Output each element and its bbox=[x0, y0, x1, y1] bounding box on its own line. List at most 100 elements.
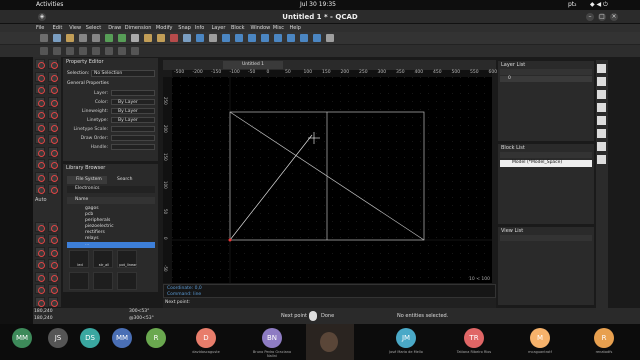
toolbar-tool-icon[interactable] bbox=[170, 34, 178, 42]
tab-file-system[interactable]: File System bbox=[67, 176, 107, 184]
toolbar-tool-icon[interactable] bbox=[222, 34, 230, 42]
toolbar-tool-icon[interactable] bbox=[144, 34, 152, 42]
drawing-tool-icon[interactable] bbox=[48, 221, 58, 232]
network-icon[interactable]: ◆ ◀ ⏻ bbox=[590, 1, 608, 9]
property-value[interactable] bbox=[111, 135, 155, 141]
snap-tool-icon[interactable] bbox=[40, 47, 48, 55]
snap-tool-icon[interactable] bbox=[79, 47, 87, 55]
tab-search[interactable]: Search bbox=[109, 176, 143, 184]
property-value[interactable]: By Layer bbox=[111, 108, 155, 114]
property-value[interactable] bbox=[111, 144, 155, 150]
participant-avatar[interactable]: MM bbox=[12, 328, 32, 348]
drawing-canvas[interactable]: 10 < 100 bbox=[172, 77, 492, 283]
property-value[interactable] bbox=[111, 90, 155, 96]
input-language[interactable]: pt₂ bbox=[568, 1, 577, 8]
library-symbol-tile[interactable]: pot_linear bbox=[117, 250, 137, 268]
toolbar-tool-icon[interactable] bbox=[79, 34, 87, 42]
side-tool-icon[interactable] bbox=[597, 129, 606, 138]
drawing-tool-icon[interactable] bbox=[35, 109, 45, 119]
drawing-tool-icon[interactable] bbox=[48, 259, 58, 269]
snap-tool-icon[interactable] bbox=[53, 47, 61, 55]
participant-avatar[interactable]: JS bbox=[48, 328, 68, 348]
menu-item-layer[interactable]: Layer bbox=[212, 25, 226, 31]
toolbar-tool-icon[interactable] bbox=[287, 34, 295, 42]
toolbar-tool-icon[interactable] bbox=[313, 34, 321, 42]
command-line[interactable]: Next point: bbox=[163, 298, 496, 308]
drawing-tool-icon[interactable] bbox=[35, 246, 45, 257]
selection-dropdown[interactable]: No Selection bbox=[91, 70, 155, 77]
drawing-tool-icon[interactable] bbox=[48, 234, 58, 244]
drawing-tool-icon[interactable] bbox=[35, 134, 45, 144]
menu-item-snap[interactable]: Snap bbox=[178, 25, 191, 31]
drawing-tool-icon[interactable] bbox=[48, 84, 58, 94]
participant-avatar[interactable]: R bbox=[146, 328, 166, 348]
toolbar-tool-icon[interactable] bbox=[131, 34, 139, 42]
drawing-tool-icon[interactable] bbox=[48, 96, 58, 107]
toolbar-tool-icon[interactable] bbox=[66, 34, 74, 42]
toolbar-tool-icon[interactable] bbox=[157, 34, 165, 42]
library-symbol-tile[interactable] bbox=[93, 272, 113, 290]
toolbar-tool-icon[interactable] bbox=[235, 34, 243, 42]
drawing-tool-icon[interactable] bbox=[48, 184, 58, 194]
property-value[interactable]: By Layer bbox=[111, 117, 155, 123]
participant-avatar[interactable]: D bbox=[196, 328, 216, 348]
drawing-tool-icon[interactable] bbox=[48, 171, 58, 182]
menu-item-dimension[interactable]: Dimension bbox=[125, 25, 152, 31]
library-path[interactable]: Electronics bbox=[67, 186, 155, 193]
snap-tool-icon[interactable] bbox=[118, 47, 126, 55]
drawing-tool-icon[interactable] bbox=[35, 221, 45, 232]
drawing-tool-icon[interactable] bbox=[35, 96, 45, 107]
menu-item-view[interactable]: View bbox=[69, 25, 81, 31]
toolbar-tool-icon[interactable] bbox=[92, 34, 100, 42]
close-button[interactable]: × bbox=[610, 13, 618, 21]
drawing-tool-icon[interactable] bbox=[48, 271, 58, 282]
drawing-tool-icon[interactable] bbox=[35, 84, 45, 94]
library-symbol-tile[interactable] bbox=[69, 272, 89, 290]
menu-item-draw[interactable]: Draw bbox=[108, 25, 121, 31]
drawing-tool-icon[interactable] bbox=[35, 171, 45, 182]
toolbar-tool-icon[interactable] bbox=[326, 34, 334, 42]
participant-avatar[interactable]: M bbox=[530, 328, 550, 348]
snap-tool-icon[interactable] bbox=[131, 47, 139, 55]
property-value[interactable] bbox=[111, 126, 155, 132]
menu-item-misc[interactable]: Misc bbox=[273, 25, 284, 31]
side-tool-icon[interactable] bbox=[597, 116, 606, 125]
library-symbol-tile[interactable]: led bbox=[69, 250, 89, 268]
participant-avatar[interactable]: TR bbox=[464, 328, 484, 348]
snap-tool-icon[interactable] bbox=[105, 47, 113, 55]
tab-untitled-1[interactable]: Untitled 1 bbox=[223, 61, 283, 69]
participant-avatar[interactable]: DS bbox=[80, 328, 100, 348]
drawing-tool-icon[interactable] bbox=[48, 159, 58, 169]
side-tool-icon[interactable] bbox=[597, 142, 606, 151]
drawing-tool-icon[interactable] bbox=[35, 121, 45, 132]
drawing-tool-icon[interactable] bbox=[35, 71, 45, 82]
clock[interactable]: Jul 30 19:35 bbox=[300, 1, 336, 8]
participant-avatar[interactable]: R bbox=[594, 328, 614, 348]
drawing-tool-icon[interactable] bbox=[35, 259, 45, 269]
menu-item-select[interactable]: Select bbox=[86, 25, 101, 31]
drawing-tool-icon[interactable] bbox=[35, 59, 45, 69]
menu-item-modify[interactable]: Modify bbox=[156, 25, 173, 31]
drawing-tool-icon[interactable] bbox=[48, 59, 58, 69]
library-folder-item[interactable]: ... bbox=[67, 242, 155, 248]
toolbar-tool-icon[interactable] bbox=[105, 34, 113, 42]
drawing-tool-icon[interactable] bbox=[35, 184, 45, 194]
drawing-tool-icon[interactable] bbox=[48, 134, 58, 144]
menu-item-file[interactable]: File bbox=[36, 25, 44, 31]
block-row-model[interactable]: Model (*Model_Space) bbox=[500, 160, 592, 167]
layer-row-0[interactable]: 0 bbox=[500, 76, 592, 82]
drawing-tool-icon[interactable] bbox=[48, 71, 58, 82]
snap-tool-icon[interactable] bbox=[66, 47, 74, 55]
drawing-tool-icon[interactable] bbox=[48, 146, 58, 157]
participant-avatar[interactable]: MM bbox=[112, 328, 132, 348]
participant-avatar[interactable]: BN bbox=[262, 328, 282, 348]
side-tool-icon[interactable] bbox=[597, 77, 606, 86]
participant-avatar[interactable]: JM bbox=[396, 328, 416, 348]
drawing-tool-icon[interactable] bbox=[48, 284, 58, 294]
menu-item-block[interactable]: Block bbox=[231, 25, 245, 31]
maximize-button[interactable]: □ bbox=[598, 13, 606, 21]
drawing-tool-icon[interactable] bbox=[48, 121, 58, 132]
drawing-tool-icon[interactable] bbox=[35, 234, 45, 244]
side-tool-icon[interactable] bbox=[597, 90, 606, 99]
drawing-tool-icon[interactable] bbox=[35, 159, 45, 169]
